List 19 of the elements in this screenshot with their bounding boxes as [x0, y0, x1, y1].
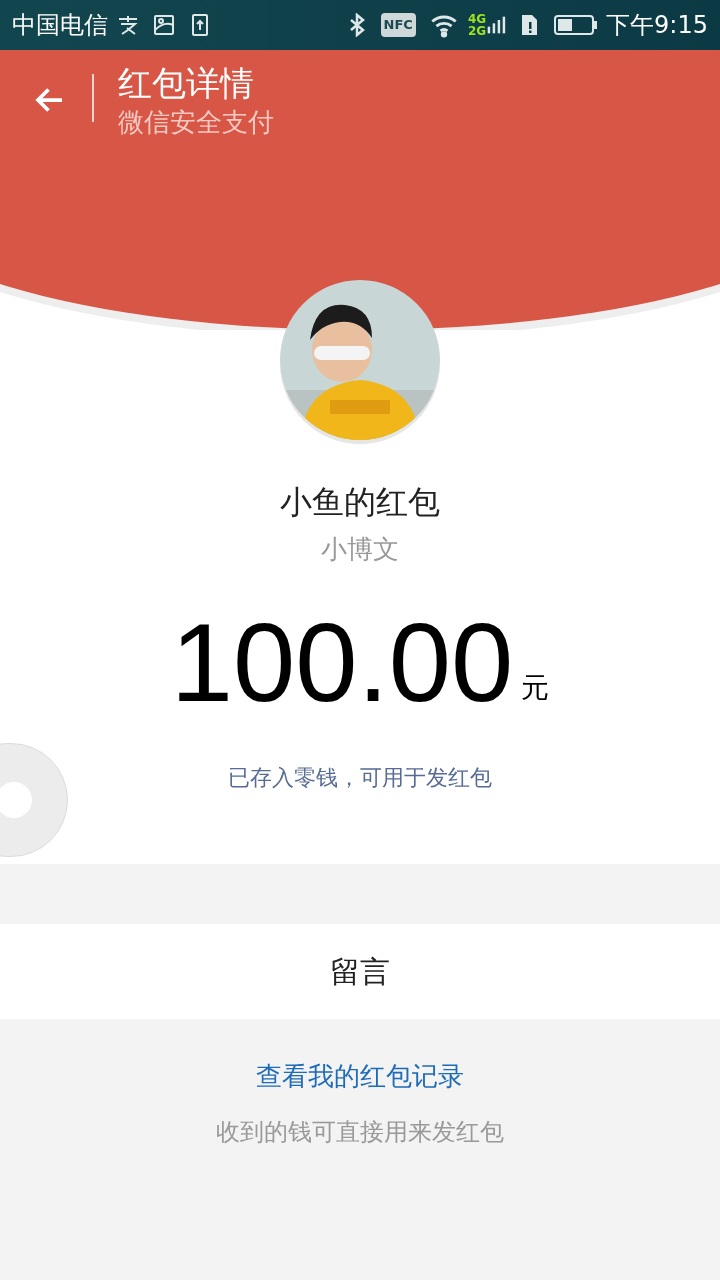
- payment-icon: [116, 13, 140, 37]
- amount: 100.00: [170, 603, 514, 723]
- sender-name: 小博文: [321, 533, 399, 566]
- balance-note: 已存入零钱，可用于发红包: [228, 764, 492, 792]
- nfc-label: NFC: [380, 13, 416, 37]
- network-label: 4G: [467, 13, 487, 25]
- image-icon: [152, 13, 176, 37]
- message-row[interactable]: 留言: [0, 924, 720, 1019]
- battery-icon: [554, 13, 599, 37]
- page-subtitle: 微信安全支付: [118, 106, 274, 139]
- packet-title: 小鱼的红包: [280, 482, 440, 523]
- records-hint: 收到的钱可直接用来发红包: [216, 1117, 504, 1148]
- currency-unit: 元: [521, 670, 550, 706]
- carrier-label: 中国电信: [12, 10, 108, 41]
- records-link[interactable]: 查看我的红包记录: [256, 1057, 464, 1096]
- clock-time: 下午9:15: [606, 10, 708, 41]
- page-title: 红包详情: [118, 62, 255, 104]
- network-label: 2G: [467, 25, 487, 37]
- message-label: 留言: [330, 953, 390, 991]
